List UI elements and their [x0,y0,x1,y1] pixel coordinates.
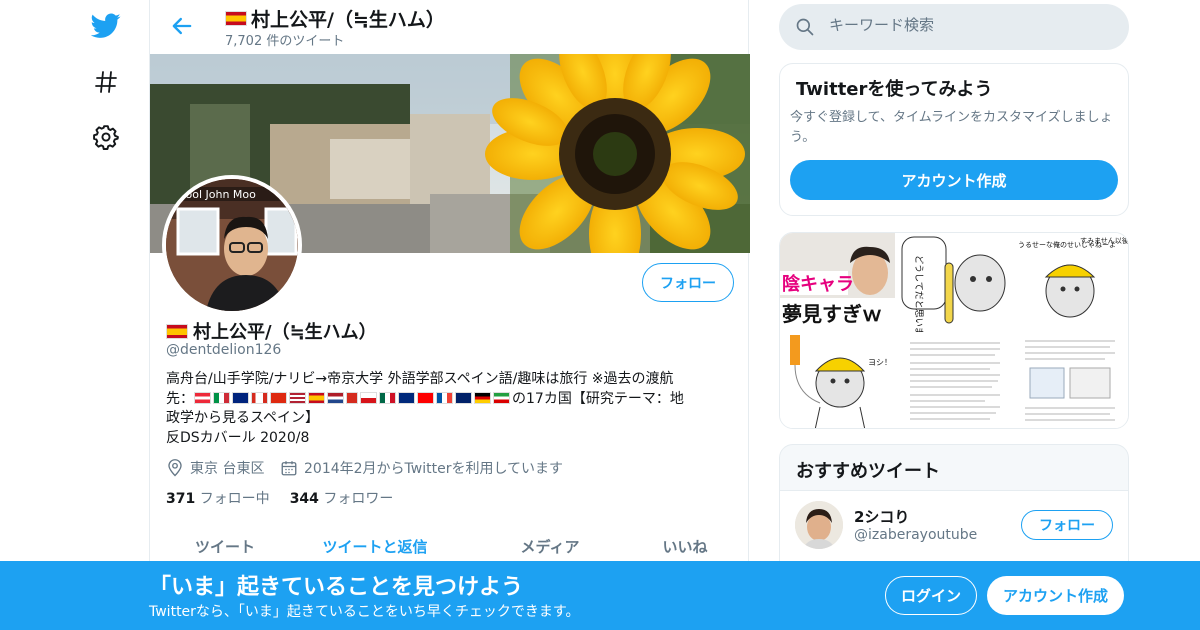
mexico-flag-icon [379,391,396,404]
media-bubble: ヨシ！ [868,358,892,367]
following-count: 371 [166,491,196,507]
profile-bio: 高舟台/山手学院/ナリビ→帝京大学 外語学部スペイン語/趣味は旅行 ※過去の渡航… [166,370,736,448]
austria-flag-icon [194,391,211,404]
media-thumbnail[interactable] [897,332,1013,429]
location-text: 東京 台東区 [190,461,265,477]
search-icon [796,18,814,36]
following-label: フォロー中 [199,491,270,507]
italy-flag-icon [213,391,230,404]
bio-line: 高舟台/山手学院/ナリビ→帝京大学 外語学部スペイン語/趣味は旅行 ※過去の渡航 [166,371,674,387]
switzerland-flag-icon [346,391,358,404]
profile-name: 村上公平/（≒生ハム） [166,318,377,344]
header-title-text: 村上公平/（≒生ハム） [251,9,445,31]
page-title: 村上公平/（≒生ハム） [225,5,445,32]
signup-banner-subtitle: Twitterなら、「いま」起きていることをいち早くチェックできます。 [149,604,580,620]
bio-line: 先： の17カ国【研究テーマ：地 [166,390,736,410]
followers-label: フォロワー [323,491,394,507]
profile-handle: @dentdelion126 [166,342,282,358]
hashtag-icon[interactable] [90,66,122,98]
following-stat[interactable]: 371 フォロー中 [166,488,270,508]
followers-count: 344 [289,491,319,507]
flag-list [194,391,512,407]
netherlands-flag-icon [327,391,344,404]
canada-flag-icon [251,391,268,404]
login-button[interactable]: ログイン [885,576,977,615]
search-input[interactable] [829,16,1109,34]
recommended-title: おすすめツイート [796,461,940,482]
spain-flag-icon [225,11,247,26]
signup-banner-title: 「いま」起きていることを見つけよう [149,575,524,600]
uk-flag-icon [455,391,472,404]
usa-flag-icon [289,391,306,404]
recommended-avatar[interactable] [795,501,843,549]
location: 東京 台東区 [166,458,264,478]
profile-column: 村上公平/（≒生ハム） 7,702 件のツイート rpool John Moo … [149,0,750,630]
signup-card-text: 今すぐ登録して、タイムラインをカスタマイズしましょう。 [790,110,1113,145]
media-thumbnail[interactable]: うるせーな俺のせいじゃねーよ すみません以後気をつけます [1015,233,1129,330]
calendar-icon [281,461,297,476]
follow-stats: 371 フォロー中 344 フォロワー [166,488,393,508]
australia-flag-icon [232,391,249,404]
media-thumbnail[interactable]: 陰キャラ 夢見すぎｗ [780,233,895,330]
signup-banner: 「いま」起きていることを見つけよう Twitterなら、「いま」起きていることを… [0,561,1200,630]
hong-kong-flag-icon [270,391,287,404]
profile-avatar[interactable]: rpool John Moo [162,175,302,315]
bio-prefix: 先： [166,390,194,407]
media-thumbnail[interactable]: ヨシ！ [780,332,895,429]
back-arrow-icon[interactable] [168,12,196,40]
media-caption-bottom: 夢見すぎｗ [782,302,882,326]
iran-flag-icon [493,391,510,404]
media-thumbnail[interactable] [1015,332,1129,429]
create-account-button[interactable]: アカウント作成 [790,160,1118,200]
guam-flag-icon [398,391,415,404]
tab-tweets-and-replies[interactable]: ツイートと返信 [300,536,450,557]
tweet-count: 7,702 件のツイート [225,34,345,49]
profile-name-text: 村上公平/（≒生ハム） [193,322,377,343]
spain-flag-icon [166,323,188,339]
media-caption-top: 陰キャラ [782,273,854,295]
germany-flag-icon [474,391,491,404]
tab-media[interactable]: メディア [475,536,625,557]
media-grid[interactable]: 陰キャラ 夢見すぎｗ どうしてだと思いますか？ うるせーな俺のせいじゃねーよ す… [779,232,1129,429]
location-pin-icon [168,459,182,477]
bio-line: 政学から見るスペイン】 [166,410,320,426]
joined-date: 2014年2月からTwitterを利用しています [280,458,563,478]
recommended-follow-button[interactable]: フォロー [1021,510,1113,540]
spain-flag-icon [308,391,325,404]
gear-icon[interactable] [90,121,122,153]
followers-stat[interactable]: 344 フォロワー [290,488,394,508]
france-flag-icon [436,391,453,404]
search-box[interactable] [779,4,1129,50]
twitter-bird-icon[interactable] [90,10,122,42]
joined-text: 2014年2月からTwitterを利用しています [304,461,564,477]
recommended-user-handle: @izaberayoutube [854,527,978,543]
taiwan-flag-icon [417,391,434,404]
follow-button[interactable]: フォロー [642,263,734,302]
signup-card: Twitterを使ってみよう 今すぐ登録して、タイムラインをカスタマイズしましょ… [779,63,1129,216]
bottom-create-account-button[interactable]: アカウント作成 [987,576,1124,615]
signup-card-title: Twitterを使ってみよう [796,79,993,100]
recommended-user-name[interactable]: 2シコり [854,506,909,527]
tab-tweets[interactable]: ツイート [150,536,300,557]
czech-flag-icon [360,391,377,404]
bio-line: 反DSカバール 2020/8 [166,429,310,446]
tab-likes[interactable]: いいね [610,536,760,557]
media-bubble: すみません以後気をつけます [1080,236,1129,245]
bio-suffix: の17カ国【研究テーマ：地 [512,390,684,407]
